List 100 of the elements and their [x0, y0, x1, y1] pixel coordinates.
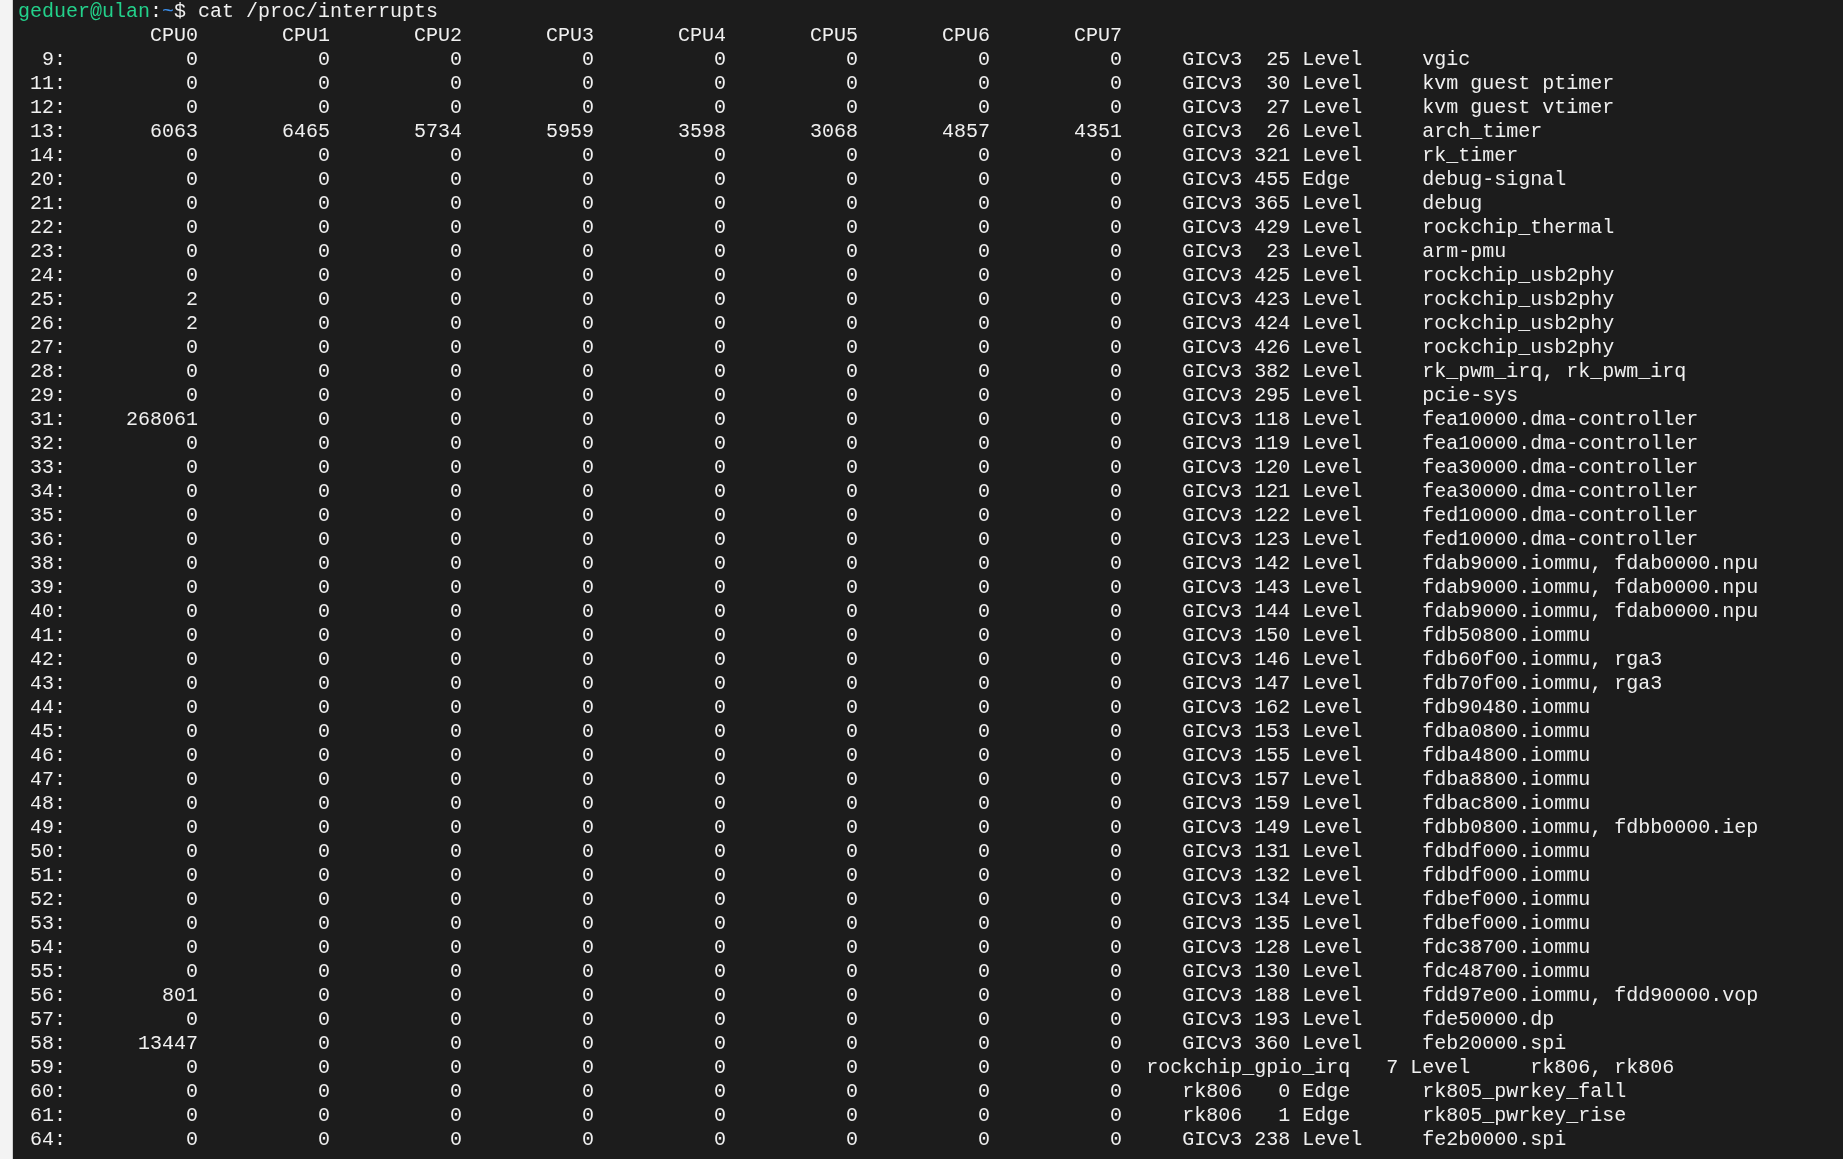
interrupt-count: 0: [449, 336, 463, 360]
interrupt-count: 0: [1109, 1104, 1123, 1128]
device-name: rk_timer: [1422, 144, 1519, 168]
interrupt-count: 0: [185, 816, 198, 840]
prompt-separator: :: [150, 0, 163, 24]
controller-label: GICv3: [1181, 432, 1243, 456]
irq-number: 48:: [29, 792, 66, 816]
cpu-header: CPU3: [545, 24, 595, 48]
interrupt-count: 0: [713, 72, 727, 96]
interrupt-count: 0: [581, 720, 595, 744]
controller-label: GICv3: [1181, 576, 1243, 600]
interrupt-count: 0: [713, 432, 727, 456]
interrupt-count: 3068: [809, 120, 859, 144]
interrupt-count: 0: [845, 1080, 859, 1104]
interrupt-count: 0: [317, 528, 331, 552]
interrupt-count: 0: [581, 432, 595, 456]
device-name: rockchip_usb2phy: [1422, 312, 1615, 336]
interrupt-count: 0: [317, 1032, 331, 1056]
interrupt-count: 0: [845, 936, 859, 960]
controller-label: GICv3: [1181, 696, 1243, 720]
irq-number: 39:: [29, 576, 66, 600]
interrupt-count: 0: [185, 624, 198, 648]
controller-label: GICv3: [1181, 1128, 1243, 1152]
interrupt-count: 0: [185, 912, 198, 936]
hwirq-number: 7: [1385, 1056, 1399, 1080]
irq-number: 12:: [29, 96, 66, 120]
interrupt-count: 0: [1109, 408, 1123, 432]
interrupt-count: 0: [581, 912, 595, 936]
trigger-type: Level: [1302, 432, 1364, 456]
interrupt-count: 0: [449, 1056, 463, 1080]
interrupt-count: 0: [977, 264, 991, 288]
interrupt-count: 0: [977, 480, 991, 504]
irq-number: 59:: [29, 1056, 66, 1080]
interrupt-count: 0: [317, 504, 331, 528]
interrupt-count: 0: [845, 1032, 859, 1056]
interrupt-count: 0: [1109, 936, 1123, 960]
interrupt-count: 0: [1109, 816, 1123, 840]
interrupt-count: 0: [977, 288, 991, 312]
interrupt-count: 0: [185, 216, 198, 240]
interrupt-count: 0: [449, 192, 463, 216]
interrupt-count: 0: [977, 216, 991, 240]
interrupt-count: 0: [581, 384, 595, 408]
interrupt-count: 0: [713, 1104, 727, 1128]
interrupt-count: 0: [1109, 192, 1123, 216]
interrupt-count: 0: [317, 936, 331, 960]
interrupt-count: 0: [185, 432, 198, 456]
interrupt-count: 0: [581, 1008, 595, 1032]
interrupt-count: 0: [185, 744, 198, 768]
cpu-header: CPU6: [941, 24, 991, 48]
hwirq-number: 121: [1253, 480, 1291, 504]
device-name: vgic: [1422, 48, 1471, 72]
interrupt-count: 0: [977, 792, 991, 816]
device-name: fdb50800.iommu: [1422, 624, 1591, 648]
interrupt-count: 0: [317, 792, 331, 816]
interrupt-count: 0: [713, 1032, 727, 1056]
interrupt-count: 0: [1109, 336, 1123, 360]
device-name: fdbdf000.iommu: [1422, 864, 1591, 888]
interrupt-count: 0: [581, 264, 595, 288]
hwirq-number: 382: [1253, 360, 1291, 384]
interrupt-count: 0: [1109, 288, 1123, 312]
interrupt-count: 0: [977, 1128, 991, 1152]
interrupt-count: 0: [977, 336, 991, 360]
device-name: feb20000.spi: [1422, 1032, 1567, 1056]
interrupt-count: 0: [581, 480, 595, 504]
device-name: fdab9000.iommu, fdab0000.npu: [1422, 600, 1759, 624]
device-name: fdd97e00.iommu, fdd90000.vop: [1422, 984, 1759, 1008]
interrupt-count: 0: [977, 816, 991, 840]
interrupt-count: 0: [317, 912, 331, 936]
interrupt-count: 268061: [125, 408, 198, 432]
interrupt-count: 0: [713, 288, 727, 312]
interrupt-count: 0: [449, 672, 463, 696]
device-name: fdc48700.iommu: [1422, 960, 1591, 984]
interrupt-count: 0: [977, 1104, 991, 1128]
trigger-type: Level: [1302, 624, 1364, 648]
interrupt-count: 0: [449, 312, 463, 336]
hwirq-number: 130: [1253, 960, 1291, 984]
irq-number: 51:: [29, 864, 66, 888]
trigger-type: Level: [1302, 744, 1364, 768]
irq-number: 35:: [29, 504, 66, 528]
interrupt-count: 0: [845, 48, 859, 72]
hwirq-number: 147: [1253, 672, 1291, 696]
interrupt-count: 0: [317, 408, 331, 432]
interrupt-count: 0: [581, 648, 595, 672]
trigger-type: Level: [1302, 312, 1364, 336]
interrupt-count: 0: [713, 864, 727, 888]
irq-number: 45:: [29, 720, 66, 744]
interrupt-count: 0: [977, 360, 991, 384]
controller-label: GICv3: [1181, 264, 1243, 288]
interrupt-count: 0: [185, 168, 198, 192]
interrupt-count: 0: [845, 912, 859, 936]
interrupt-count: 0: [185, 72, 198, 96]
controller-label: GICv3: [1181, 624, 1243, 648]
interrupt-count: 0: [977, 576, 991, 600]
interrupt-count: 0: [1109, 432, 1123, 456]
interrupt-count: 0: [845, 696, 859, 720]
device-name: rk805_pwrkey_fall: [1422, 1080, 1627, 1104]
interrupt-count: 0: [581, 696, 595, 720]
interrupt-count: 0: [317, 48, 331, 72]
interrupt-count: 0: [1109, 48, 1123, 72]
irq-number: 52:: [29, 888, 66, 912]
